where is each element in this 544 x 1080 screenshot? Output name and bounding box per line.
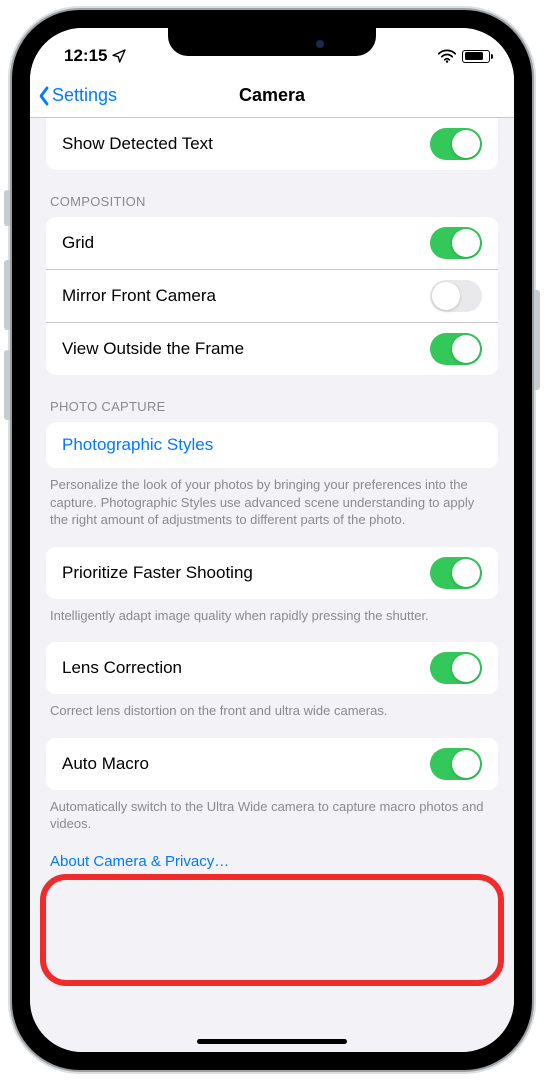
toggle-view-outside-frame[interactable] [430,333,482,365]
row-mirror-front-camera[interactable]: Mirror Front Camera [46,270,498,323]
home-indicator[interactable] [197,1039,347,1044]
toggle-mirror-front-camera[interactable] [430,280,482,312]
row-label: Lens Correction [62,658,182,678]
nav-bar: Settings Camera [30,74,514,118]
toggle-auto-macro[interactable] [430,748,482,780]
row-label: View Outside the Frame [62,339,244,359]
toggle-lens-correction[interactable] [430,652,482,684]
row-auto-macro[interactable]: Auto Macro [46,738,498,790]
row-lens-correction[interactable]: Lens Correction [46,642,498,694]
toggle-grid[interactable] [430,227,482,259]
footer-lens-correction: Correct lens distortion on the front and… [30,694,514,720]
volume-down-button [4,350,10,420]
location-icon [111,48,127,64]
toggle-show-detected-text[interactable] [430,128,482,160]
row-grid[interactable]: Grid [46,217,498,270]
back-label: Settings [52,85,117,106]
row-label: Auto Macro [62,754,149,774]
row-label: Show Detected Text [62,134,213,154]
screen: 12:15 Settings Camera [30,28,514,1052]
footer-prioritize: Intelligently adapt image quality when r… [30,599,514,625]
row-label: Grid [62,233,94,253]
row-show-detected-text[interactable]: Show Detected Text [46,118,498,170]
back-button[interactable]: Settings [38,85,117,106]
row-view-outside-frame[interactable]: View Outside the Frame [46,323,498,375]
annotation-highlight [40,874,504,986]
row-label: Mirror Front Camera [62,286,216,306]
about-camera-privacy-link[interactable]: About Camera & Privacy… [30,833,514,870]
volume-up-button [4,260,10,330]
group-lens-correction: Lens Correction [46,642,498,694]
page-title: Camera [239,85,305,106]
row-label: Prioritize Faster Shooting [62,563,253,583]
chevron-left-icon [38,86,50,106]
notch [168,28,376,56]
content[interactable]: Show Detected Text COMPOSITION Grid Mirr… [30,118,514,1052]
row-prioritize-faster-shooting[interactable]: Prioritize Faster Shooting [46,547,498,599]
group-composition: Grid Mirror Front Camera View Outside th… [46,217,498,375]
group-prioritize: Prioritize Faster Shooting [46,547,498,599]
row-label: Photographic Styles [62,435,213,455]
power-button [534,290,540,390]
row-photographic-styles[interactable]: Photographic Styles [46,422,498,468]
group-auto-macro: Auto Macro [46,738,498,790]
footer-auto-macro: Automatically switch to the Ultra Wide c… [30,790,514,833]
toggle-prioritize-faster-shooting[interactable] [430,557,482,589]
status-time: 12:15 [64,46,107,66]
footer-photographic-styles: Personalize the look of your photos by b… [30,468,514,529]
phone-frame: 12:15 Settings Camera [12,10,532,1070]
group-photographic-styles: Photographic Styles [46,422,498,468]
section-header-composition: COMPOSITION [30,170,514,217]
mute-switch [4,190,10,226]
group-top: Show Detected Text [46,118,498,170]
battery-icon [462,50,490,63]
section-header-photo-capture: PHOTO CAPTURE [30,375,514,422]
wifi-icon [438,49,456,63]
